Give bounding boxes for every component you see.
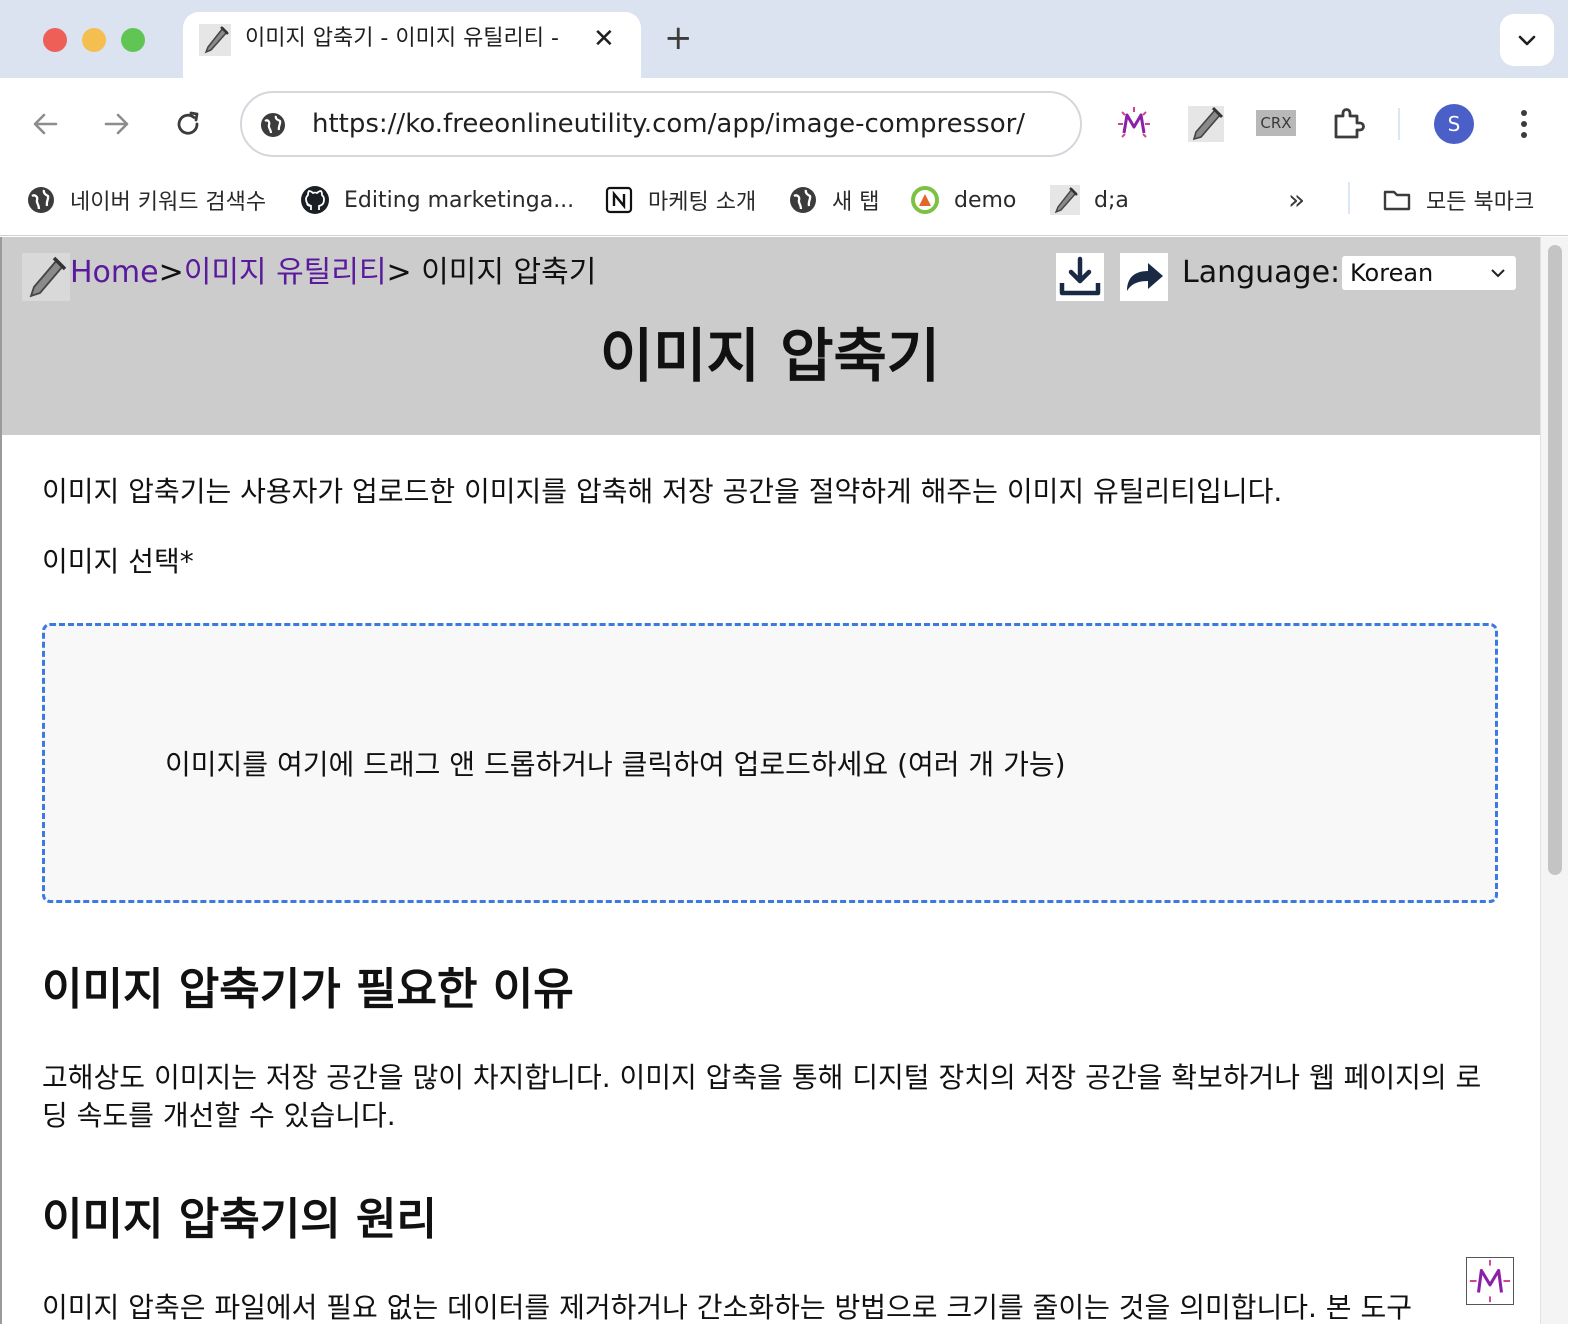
page-title: 이미지 압축기 — [599, 322, 941, 390]
page-header: Home>이미지 유틸리티> 이미지 압축기 Language: Korean … — [0, 237, 1540, 435]
image-select-label: 이미지 선택* — [42, 545, 194, 578]
language-select[interactable]: Korean — [1342, 256, 1516, 290]
tab-strip: 이미지 압축기 - 이미지 유틸리티 - ✕ + — [0, 0, 1568, 78]
window-left-edge — [0, 237, 2, 1324]
why-paragraph: 고해상도 이미지는 저장 공간을 많이 차지합니다. 이미지 압축을 통해 디지… — [42, 1061, 1482, 1132]
chevron-down-icon — [1518, 35, 1536, 46]
m-extension-icon[interactable] — [1114, 104, 1154, 144]
intro-text: 이미지 압축기는 사용자가 업로드한 이미지를 압축해 저장 공간을 절약하게 … — [42, 475, 1283, 508]
site-logo-tool-icon[interactable] — [22, 253, 70, 301]
tab-search-button[interactable] — [1500, 14, 1554, 66]
tool-extension-icon[interactable] — [1186, 104, 1226, 144]
bookmark-label: demo — [954, 187, 1017, 213]
crx-extension-button[interactable]: CRX — [1256, 104, 1296, 144]
vertical-scrollbar[interactable] — [1540, 237, 1568, 1324]
breadcrumb: Home>이미지 유틸리티> 이미지 압축기 — [70, 253, 596, 293]
globe-icon — [28, 187, 54, 213]
breadcrumb-separator: > — [158, 255, 184, 290]
forward-arrow-icon[interactable] — [96, 104, 136, 144]
bookmarks-bar: 네이버 키워드 검색수 Editing marketinga... 마케팅 소개… — [0, 170, 1568, 236]
more-menu-icon[interactable] — [1508, 104, 1540, 144]
tab-title: 이미지 압축기 - 이미지 유틸리티 - — [245, 26, 559, 51]
more-bookmarks-chevron-icon[interactable]: » — [1288, 186, 1305, 214]
bookmark-label: 네이버 키워드 검색수 — [70, 190, 267, 215]
bookmark-label: 마케팅 소개 — [648, 190, 757, 215]
maximize-window-button[interactable] — [121, 28, 145, 52]
browser-toolbar: https://ko.freeonlineutility.com/app/ima… — [0, 78, 1568, 170]
dropzone-instructions: 이미지를 여기에 드래그 앤 드롭하거나 클릭하여 업로드하세요 (여러 개 가… — [165, 748, 1066, 781]
minimize-window-button[interactable] — [82, 28, 106, 52]
demo-logo-icon — [911, 186, 939, 214]
reload-icon[interactable] — [168, 104, 208, 144]
breadcrumb-category-link[interactable]: 이미지 유틸리티 — [184, 255, 387, 290]
new-tab-button[interactable]: + — [664, 18, 693, 58]
notion-icon — [605, 186, 633, 214]
bookmark-label: Editing marketinga... — [344, 187, 575, 213]
principle-paragraph: 이미지 압축은 파일에서 필요 없는 데이터를 제거하거나 간소화하는 방법으로… — [42, 1291, 1412, 1324]
active-tab[interactable]: 이미지 압축기 - 이미지 유틸리티 - ✕ — [183, 12, 641, 78]
bookmark-item[interactable]: 새 탭 — [788, 180, 879, 220]
close-window-button[interactable] — [43, 28, 67, 52]
github-icon — [301, 186, 329, 214]
bookmark-item[interactable]: d;a — [1050, 180, 1129, 220]
m-extension-floating-icon[interactable] — [1466, 1257, 1514, 1305]
bookmark-item[interactable]: 마케팅 소개 — [604, 180, 756, 220]
tool-icon — [1050, 185, 1080, 215]
extensions-puzzle-icon[interactable] — [1328, 104, 1368, 144]
bookmark-item[interactable]: Editing marketinga... — [300, 180, 574, 220]
breadcrumb-home-link[interactable]: Home — [70, 255, 159, 290]
scrollbar-thumb[interactable] — [1548, 245, 1562, 875]
site-info-globe-icon[interactable] — [259, 111, 287, 139]
toolbar-separator — [1398, 108, 1400, 140]
web-page: Home>이미지 유틸리티> 이미지 압축기 Language: Korean … — [0, 237, 1540, 1324]
back-arrow-icon[interactable] — [26, 104, 66, 144]
all-bookmarks-button[interactable]: 모든 북마크 — [1382, 180, 1534, 220]
bookmark-label: d;a — [1094, 187, 1129, 213]
image-dropzone[interactable]: 이미지를 여기에 드래그 앤 드롭하거나 클릭하여 업로드하세요 (여러 개 가… — [42, 623, 1498, 903]
profile-avatar[interactable]: S — [1434, 104, 1474, 144]
bookmark-item[interactable]: 네이버 키워드 검색수 — [26, 180, 266, 220]
tool-icon — [199, 24, 231, 56]
why-heading: 이미지 압축기가 필요한 이유 — [42, 964, 574, 1015]
crx-extension-label: CRX — [1256, 110, 1296, 136]
breadcrumb-current: > 이미지 압축기 — [386, 255, 597, 290]
bookmark-item[interactable]: demo — [910, 180, 1016, 220]
close-tab-icon[interactable]: ✕ — [593, 22, 615, 56]
chevron-down-icon — [1491, 269, 1505, 278]
folder-icon — [1383, 190, 1411, 211]
language-selected-value: Korean — [1350, 259, 1434, 287]
all-bookmarks-label: 모든 북마크 — [1426, 190, 1535, 215]
bookmark-label: 새 탭 — [832, 190, 880, 215]
share-arrow-icon[interactable] — [1120, 253, 1168, 301]
language-label: Language: — [1182, 255, 1341, 290]
bookmarks-separator — [1348, 182, 1350, 214]
download-icon[interactable] — [1056, 253, 1104, 301]
principle-heading: 이미지 압축기의 원리 — [42, 1194, 437, 1245]
address-bar[interactable]: https://ko.freeonlineutility.com/app/ima… — [240, 91, 1082, 157]
url-text: https://ko.freeonlineutility.com/app/ima… — [312, 109, 1026, 139]
globe-icon — [790, 187, 816, 213]
